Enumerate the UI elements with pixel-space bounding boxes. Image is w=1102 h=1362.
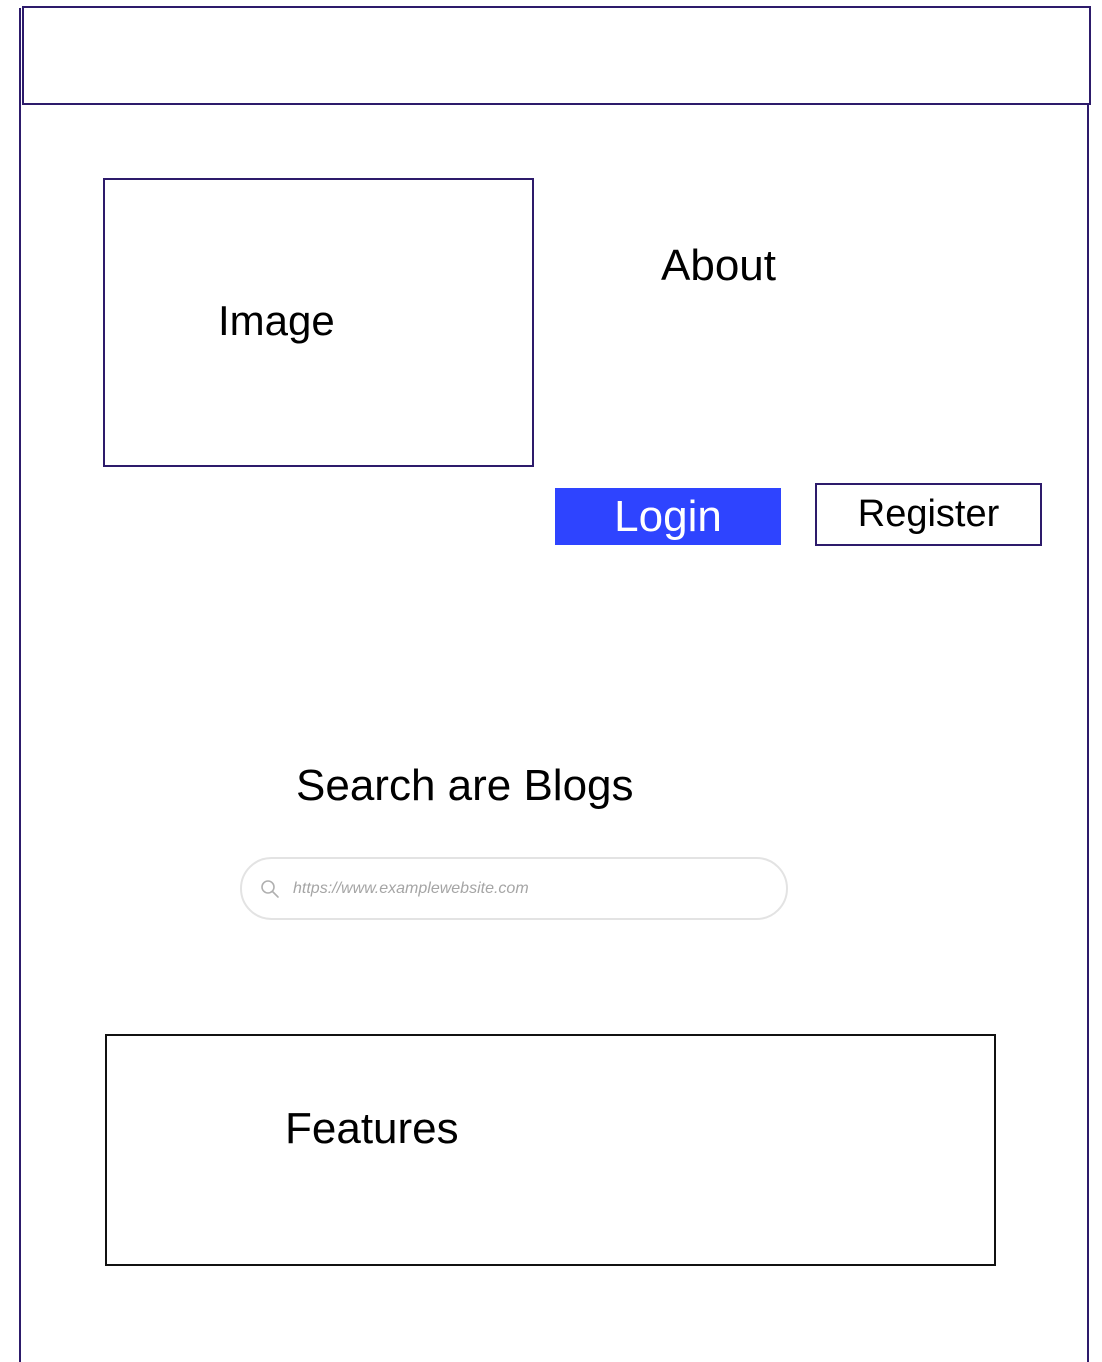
search-heading: Search are Blogs [296, 761, 634, 810]
features-section: Features [105, 1034, 996, 1266]
header-bar [22, 6, 1091, 105]
register-button[interactable]: Register [815, 483, 1042, 546]
search-bar[interactable] [240, 857, 788, 920]
about-link[interactable]: About [661, 244, 776, 288]
features-label: Features [285, 1104, 459, 1153]
image-label: Image [218, 297, 335, 344]
search-icon [261, 880, 279, 898]
image-placeholder: Image [103, 178, 534, 467]
search-input[interactable] [293, 871, 763, 907]
login-button[interactable]: Login [555, 488, 781, 545]
page: Image About Login Register Search are Bl… [0, 0, 1102, 1362]
